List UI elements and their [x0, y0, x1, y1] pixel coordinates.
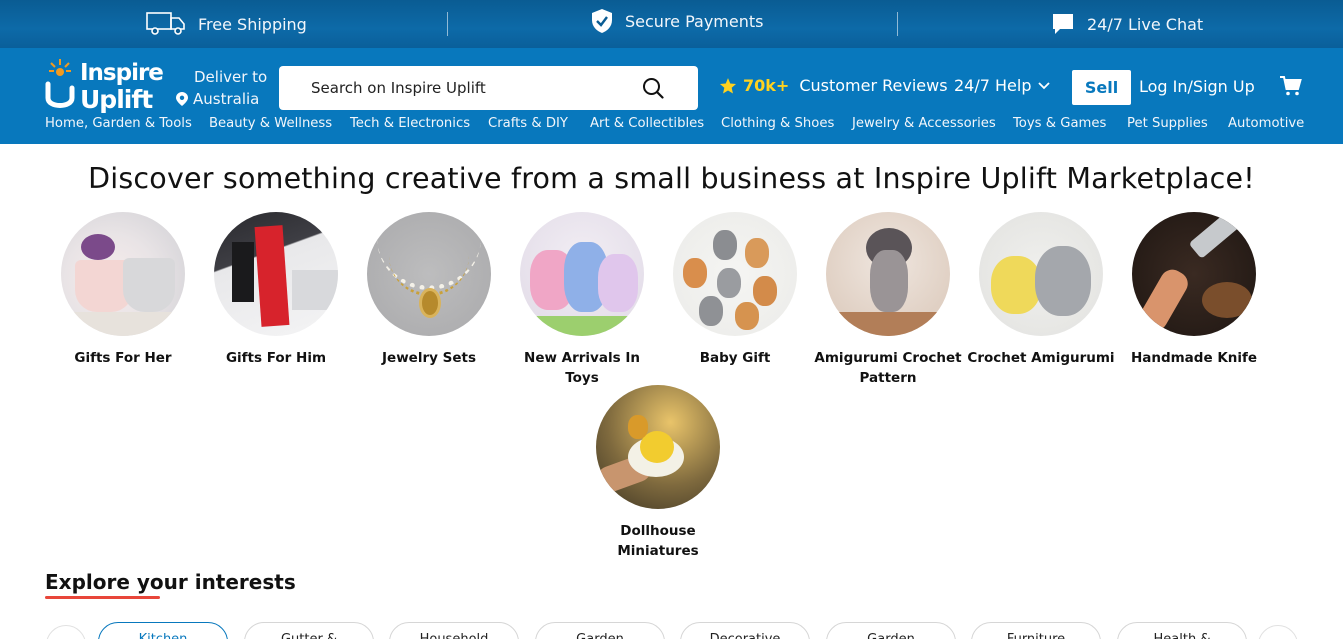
category-crochet-amigurumi[interactable]: Crochet Amigurumi	[966, 212, 1116, 368]
chat-bubble-icon	[1053, 14, 1073, 34]
search-input[interactable]	[311, 79, 651, 97]
category-new-arrivals-in-toys[interactable]: New Arrivals In Toys	[507, 212, 657, 388]
logo-word-inspire: Inspire	[80, 60, 164, 86]
interest-pill[interactable]: Garden	[535, 622, 665, 639]
reviews-label: Customer Reviews	[799, 76, 948, 95]
category-gifts-for-her[interactable]: Gifts For Her	[48, 212, 198, 368]
category-label: Amigurumi Crochet Pattern	[814, 350, 962, 386]
category-baby-gift[interactable]: Baby Gift	[660, 212, 810, 368]
category-image	[596, 385, 720, 509]
promo-divider	[897, 12, 898, 36]
nav-item-beauty[interactable]: Beauty & Wellness	[209, 116, 332, 131]
nav-item-art[interactable]: Art & Collectibles	[590, 116, 704, 131]
nav-item-jewelry[interactable]: Jewelry & Accessories	[852, 116, 996, 131]
nav-item-crafts[interactable]: Crafts & DIY	[488, 116, 568, 131]
category-image	[61, 212, 185, 336]
chevron-down-icon	[1037, 81, 1050, 89]
category-image	[673, 212, 797, 336]
logo-word-uplift: Uplift	[80, 85, 153, 114]
nav-item-tech[interactable]: Tech & Electronics	[350, 116, 470, 131]
nav-item-clothing[interactable]: Clothing & Shoes	[721, 116, 834, 131]
nav-item-automotive[interactable]: Automotive	[1228, 116, 1304, 131]
interest-pill-kitchen[interactable]: Kitchen	[98, 622, 228, 639]
help-label: 24/7 Help	[954, 76, 1032, 95]
category-dollhouse-miniatures[interactable]: Dollhouse Miniatures	[583, 385, 733, 561]
category-image	[1132, 212, 1256, 336]
shopping-cart-icon[interactable]	[1280, 76, 1302, 96]
category-image	[367, 212, 491, 336]
site-header: Inspire Uplift Deliver to Australia 70k+…	[0, 48, 1343, 144]
interest-pill[interactable]: Garden	[826, 622, 956, 639]
interest-pill[interactable]: Health &	[1117, 622, 1247, 639]
logo-u-mark	[45, 81, 75, 108]
scroll-right-button[interactable]	[1258, 625, 1298, 639]
page-headline: Discover something creative from a small…	[88, 162, 1255, 195]
category-image	[214, 212, 338, 336]
help-dropdown[interactable]: 24/7 Help	[954, 76, 1050, 95]
delivery-truck-icon	[146, 12, 185, 35]
category-jewelry-sets[interactable]: Jewelry Sets	[354, 212, 504, 368]
sell-button[interactable]: Sell	[1072, 70, 1131, 105]
live-chat-label: 24/7 Live Chat	[1087, 14, 1204, 34]
free-shipping-label: Free Shipping	[198, 14, 307, 34]
category-image	[520, 212, 644, 336]
shield-check-icon	[592, 9, 612, 33]
star-icon	[719, 77, 737, 93]
interest-pill[interactable]: Household	[389, 622, 519, 639]
interest-pill[interactable]: Furniture	[971, 622, 1101, 639]
category-gifts-for-him[interactable]: Gifts For Him	[201, 212, 351, 368]
nav-item-pet-supplies[interactable]: Pet Supplies	[1127, 116, 1208, 131]
category-label: Jewelry Sets	[382, 350, 476, 366]
reviews-count: 70k+	[743, 76, 790, 95]
free-shipping-promo[interactable]: Free Shipping	[146, 0, 307, 48]
category-label: Handmade Knife	[1130, 350, 1258, 366]
interest-pill[interactable]: Gutter &	[244, 622, 374, 639]
nav-item-home-garden[interactable]: Home, Garden & Tools	[45, 116, 192, 131]
location-pin-icon	[176, 92, 188, 106]
category-image	[979, 212, 1103, 336]
category-label: Crochet Amigurumi	[967, 350, 1115, 366]
category-label: Gifts For Him	[225, 350, 327, 366]
search-icon[interactable]	[642, 77, 664, 99]
scroll-left-button[interactable]	[46, 625, 86, 639]
customer-reviews-link[interactable]: 70k+ Customer Reviews	[719, 76, 948, 95]
search-bar	[279, 66, 698, 110]
deliver-location: Australia	[193, 90, 260, 108]
deliver-to-label: Deliver to	[194, 68, 268, 86]
heading-underline	[45, 596, 160, 599]
deliver-to-selector[interactable]: Deliver to Australia	[176, 66, 267, 110]
category-label: New Arrivals In Toys	[524, 350, 640, 386]
live-chat-promo[interactable]: 24/7 Live Chat	[1051, 0, 1203, 48]
category-label: Baby Gift	[699, 350, 771, 366]
promo-bar: Free Shipping Secure Payments 24/7 Live …	[0, 0, 1343, 48]
category-label: Dollhouse Miniatures	[617, 523, 699, 559]
inspire-uplift-logo[interactable]: Inspire Uplift	[44, 58, 166, 114]
secure-payments-label: Secure Payments	[625, 11, 764, 31]
category-nav: Home, Garden & Tools Beauty & Wellness T…	[0, 116, 1343, 136]
sunburst-logo-icon	[49, 59, 71, 76]
nav-item-toys[interactable]: Toys & Games	[1013, 116, 1106, 131]
secure-payments-promo[interactable]: Secure Payments	[591, 0, 763, 45]
category-amigurumi-crochet-pattern[interactable]: Amigurumi Crochet Pattern	[813, 212, 963, 388]
category-label: Gifts For Her	[74, 350, 172, 366]
promo-divider	[447, 12, 448, 36]
category-handmade-knife[interactable]: Handmade Knife	[1119, 212, 1269, 368]
explore-interests-heading: Explore your interests	[45, 570, 296, 594]
interest-pill[interactable]: Decorative	[680, 622, 810, 639]
category-image	[826, 212, 950, 336]
login-signup-link[interactable]: Log In/Sign Up	[1139, 77, 1255, 96]
